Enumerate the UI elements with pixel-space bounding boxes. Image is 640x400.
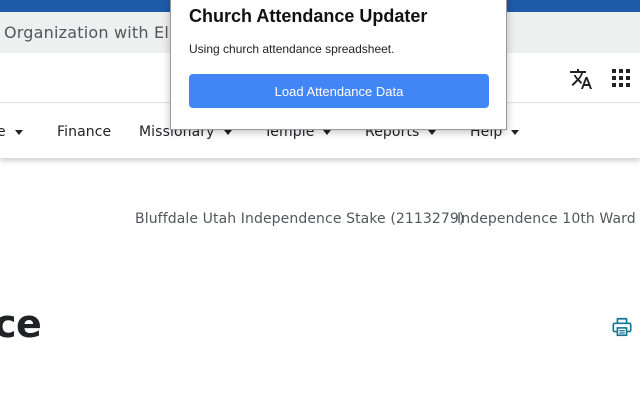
- chevron-down-icon: [511, 130, 520, 135]
- page-title: ce: [0, 302, 42, 346]
- org-subtitle: Organization with Elder: [4, 23, 197, 42]
- chevron-down-icon: [223, 130, 232, 135]
- chevron-down-icon: [428, 130, 437, 135]
- chevron-down-icon: [323, 130, 332, 135]
- nav-item-truncated[interactable]: e: [0, 124, 23, 140]
- load-attendance-button[interactable]: Load Attendance Data: [189, 74, 489, 108]
- translate-icon[interactable]: [569, 67, 593, 91]
- ward-link[interactable]: Independence 10th Ward (21: [457, 211, 640, 227]
- popup-description: Using church attendance spreadsheet.: [189, 42, 395, 56]
- stake-link[interactable]: Bluffdale Utah Independence Stake (21132…: [135, 211, 465, 227]
- extension-popup: Church Attendance Updater Using church a…: [170, 0, 507, 130]
- chevron-down-icon: [14, 130, 23, 135]
- apps-grid-icon[interactable]: [612, 69, 630, 87]
- nav-item-finance[interactable]: Finance: [57, 124, 111, 140]
- popup-title: Church Attendance Updater: [189, 6, 428, 26]
- print-icon[interactable]: [611, 316, 633, 338]
